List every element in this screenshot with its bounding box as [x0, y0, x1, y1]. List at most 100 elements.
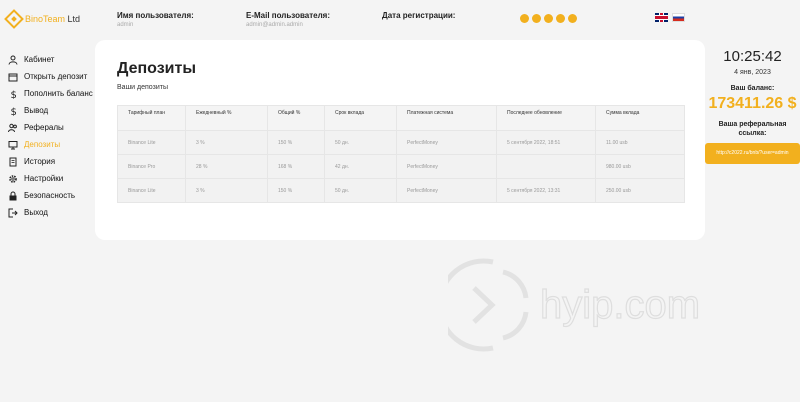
table-cell: 980.00 usb [595, 154, 685, 179]
clock: 10:25:42 [723, 48, 782, 65]
username-label: Имя пользователя: [117, 11, 194, 20]
sidebar-item-label: Выход [24, 208, 48, 217]
sidebar-item-label: Депозиты [24, 140, 61, 149]
sidebar-item-history[interactable]: История [8, 153, 93, 170]
sidebar-item-referrals[interactable]: Рефералы [8, 119, 93, 136]
column-header: Тарифный план [117, 105, 186, 131]
sidebar-item-label: Рефералы [24, 123, 64, 132]
column-header: Сумма вклада [595, 105, 685, 131]
logo-text: BinoTeam [25, 14, 66, 24]
email-field: E-Mail пользователя: admin@admin.admin [246, 11, 330, 28]
sidebar-item-label: Вывод [24, 106, 49, 115]
watermark-logo-icon [448, 258, 494, 352]
table-header-row: Тарифный план Ежедневный % Общий % Срок … [117, 105, 685, 131]
column-header: Срок вклада [324, 105, 397, 131]
current-date: 4 янв, 2023 [734, 69, 771, 76]
vk-icon[interactable] [532, 14, 541, 23]
table-cell: Binance Lite [117, 130, 186, 155]
dollar-icon: $ [11, 90, 17, 99]
table-row: Binance Pro 28 % 168 % 42 дн. PerfectMon… [117, 154, 685, 179]
table-cell: 3 % [185, 178, 268, 203]
flag-en-icon[interactable] [655, 13, 668, 22]
sidebar-item-deposits[interactable]: Депозиты [8, 136, 93, 153]
sidebar-item-open-deposit[interactable]: Открыть депозит [8, 68, 93, 85]
sidebar-item-label: История [24, 157, 56, 166]
page-title: Депозиты [117, 60, 197, 77]
logout-icon [8, 208, 18, 217]
table-cell: PerfectMoney [396, 178, 497, 203]
table-cell: PerfectMoney [396, 154, 497, 179]
sidebar-item-label: Открыть депозит [24, 72, 88, 81]
table-row: Binance Lite 3 % 150 % 50 дн. PerfectMon… [117, 178, 685, 203]
logo-suffix: Ltd [67, 14, 81, 24]
dollar-icon: $ [11, 107, 17, 116]
gear-icon [9, 174, 17, 183]
username-field: Имя пользователя: admin [117, 11, 194, 28]
table-row: Binance Lite 3 % 150 % 50 дн. PerfectMon… [117, 130, 685, 155]
balance-value: 173411.26 $ [708, 95, 797, 112]
account-summary: 10:25:42 4 янв, 2023 Ваш баланс: 173411.… [705, 48, 800, 164]
column-header: Платежная система [396, 105, 497, 131]
referral-label: Ваша реферальная ссылка: [718, 121, 787, 137]
facebook-icon[interactable] [520, 14, 529, 23]
deposits-panel: Депозиты Ваши депозиты Тарифный план Еже… [95, 40, 705, 240]
table-cell: 5 сентября 2022, 18:51 [496, 130, 596, 155]
table-cell: 50 дн. [324, 130, 397, 155]
sidebar-item-security[interactable]: Безопасность [8, 187, 93, 204]
header: BinoTeam Ltd Имя пользователя: admin E-M… [0, 0, 800, 40]
sidebar-item-label: Безопасность [24, 191, 76, 200]
sidebar-item-top-up[interactable]: $ Пополнить баланс [8, 85, 93, 102]
table-cell [496, 154, 596, 179]
watermark: hyip.com [448, 258, 701, 352]
referral-link[interactable]: http://c2022.ru/bnb/?user=admin [705, 143, 800, 164]
sidebar-item-logout[interactable]: Выход [8, 204, 93, 221]
table-cell: 3 % [185, 130, 268, 155]
table-cell: 150 % [267, 178, 325, 203]
telegram-icon[interactable] [544, 14, 553, 23]
sidebar-item-label: Кабинет [24, 55, 55, 64]
table-cell: 168 % [267, 154, 325, 179]
svg-text:$: $ [11, 107, 17, 116]
sidebar-item-settings[interactable]: Настройки [8, 170, 93, 187]
sidebar-item-label: Пополнить баланс [24, 89, 93, 98]
sidebar-item-label: Настройки [24, 174, 64, 183]
flag-ru-icon[interactable] [672, 13, 685, 22]
document-icon [9, 157, 17, 166]
logo[interactable]: BinoTeam Ltd [4, 9, 81, 29]
email-value: admin@admin.admin [246, 22, 303, 28]
skype-icon[interactable] [568, 14, 577, 23]
wallet-icon [8, 73, 18, 81]
deposits-table: Тарифный план Ежедневный % Общий % Срок … [117, 105, 685, 203]
regdate-label: Дата регистрации: [382, 11, 456, 20]
sidebar: Кабинет Открыть депозит $ Пополнить бала… [8, 51, 93, 221]
users-icon [8, 123, 17, 132]
table-cell: 50 дн. [324, 178, 397, 203]
twitter-icon[interactable] [556, 14, 565, 23]
username-value: admin [117, 22, 134, 28]
table-cell: 42 дн. [324, 154, 397, 179]
table-cell: 250.00 usb [595, 178, 685, 203]
monitor-icon [8, 140, 18, 149]
regdate-field: Дата регистрации: [382, 11, 455, 22]
table-cell: 11.00 usb [595, 130, 685, 155]
table-cell: PerfectMoney [396, 130, 497, 155]
table-cell: Binance Pro [117, 154, 186, 179]
language-switcher [655, 13, 685, 22]
social-links [520, 14, 577, 23]
balance-label: Ваш баланс: [730, 85, 775, 92]
email-label: E-Mail пользователя: [246, 11, 331, 20]
sidebar-item-cabinet[interactable]: Кабинет [8, 51, 93, 68]
column-header: Последнее обновление [496, 105, 596, 131]
column-header: Ежедневный % [185, 105, 268, 131]
table-cell: 150 % [267, 130, 325, 155]
logo-icon [4, 9, 24, 29]
table-cell: 28 % [185, 154, 268, 179]
lock-icon [9, 191, 17, 200]
table-cell: Binance Lite [117, 178, 186, 203]
user-icon [8, 55, 18, 65]
table-cell: 5 сентября 2022, 13:31 [496, 178, 596, 203]
svg-text:$: $ [11, 90, 17, 99]
sidebar-item-withdraw[interactable]: $ Вывод [8, 102, 93, 119]
column-header: Общий % [267, 105, 325, 131]
watermark-text: hyip.com [540, 283, 700, 327]
